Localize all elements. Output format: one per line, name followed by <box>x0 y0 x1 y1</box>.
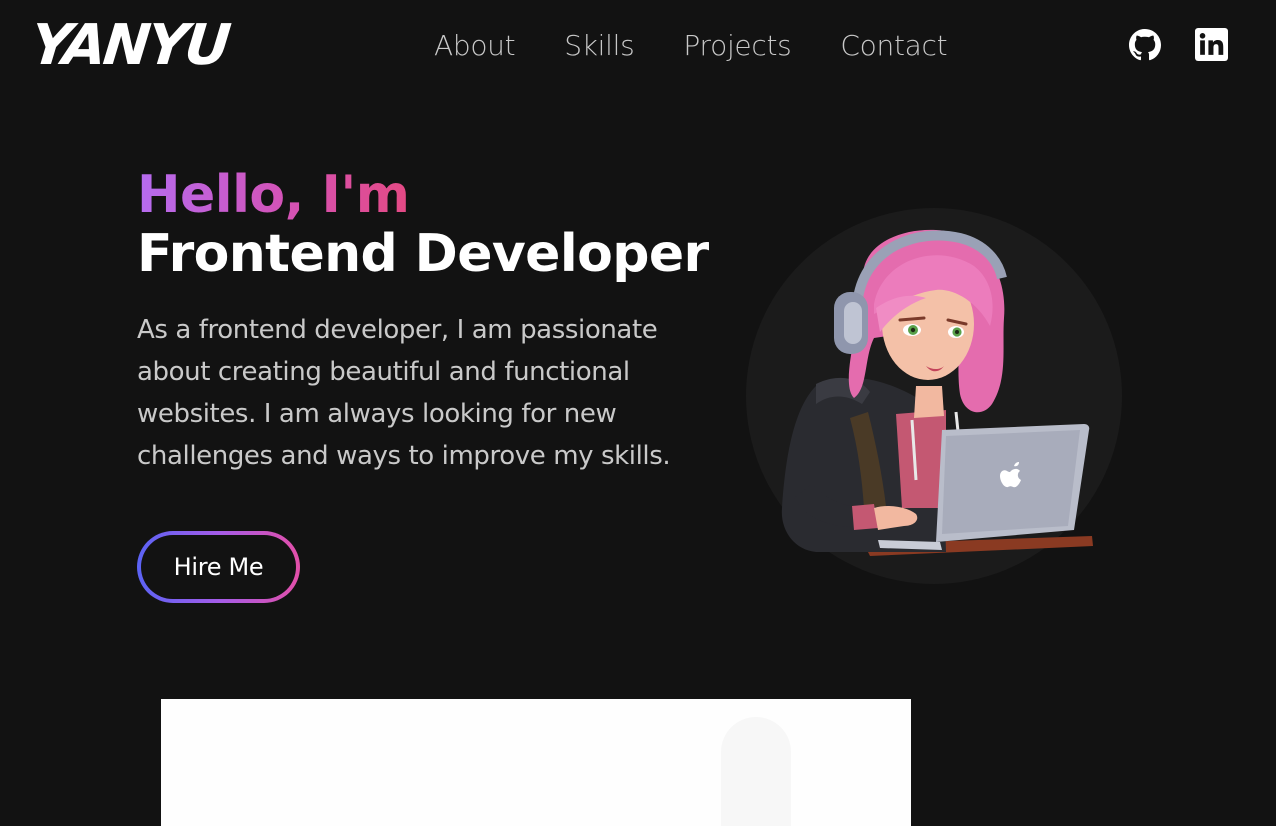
avatar-graphic <box>781 229 1093 556</box>
site-logo[interactable]: YANYU <box>27 10 231 82</box>
avatar-illustration <box>746 208 1122 584</box>
nav-link-contact[interactable]: Contact <box>840 22 947 70</box>
nav-link-about[interactable]: About <box>434 22 516 70</box>
hero-description: As a frontend developer, I am passionate… <box>137 315 671 471</box>
preview-image-shape <box>721 717 791 826</box>
hero-role: Frontend Developer <box>137 224 709 284</box>
nav-link-skills[interactable]: Skills <box>564 22 634 70</box>
project-preview-card <box>161 699 911 826</box>
hire-me-label: Hire Me <box>141 535 296 599</box>
hire-me-button[interactable]: Hire Me <box>137 531 300 603</box>
nav-link-projects[interactable]: Projects <box>683 22 791 70</box>
portfolio-page: YANYU About Skills Projects Contact Hell… <box>0 0 1276 826</box>
linkedin-icon[interactable] <box>1195 28 1228 61</box>
main-nav: About Skills Projects Contact <box>434 22 996 70</box>
github-icon[interactable] <box>1129 28 1161 62</box>
hero-greeting: Hello, I'm <box>137 165 410 225</box>
